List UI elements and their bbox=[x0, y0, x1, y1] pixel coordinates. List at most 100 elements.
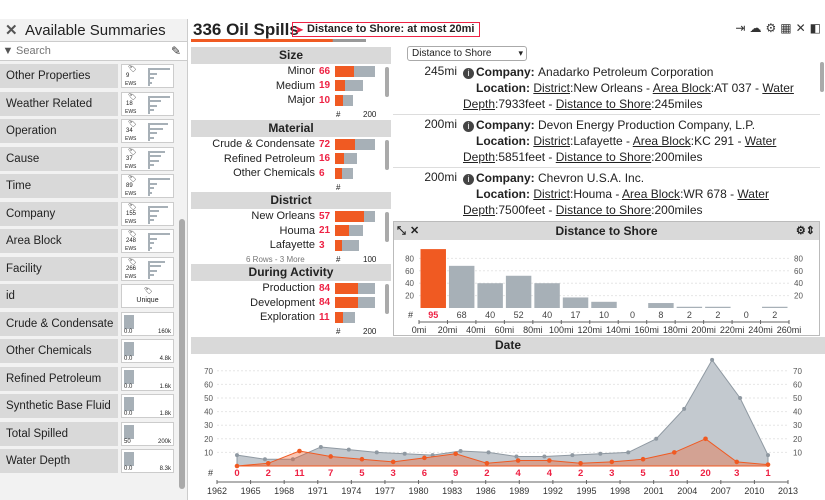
summary-item-label[interactable]: Refined Petroleum bbox=[0, 366, 118, 391]
category-bar bbox=[335, 210, 375, 222]
category-row[interactable]: New Orleans 57 bbox=[191, 209, 391, 224]
panel-title[interactable]: Material bbox=[191, 120, 391, 137]
category-row[interactable]: Other Chemicals 6 bbox=[191, 166, 391, 181]
summary-item-label[interactable]: Cause bbox=[0, 146, 118, 171]
summary-item[interactable]: Operation 🏷 34 EWS bbox=[0, 118, 178, 146]
category-row[interactable]: Production 84 bbox=[191, 281, 391, 296]
more-rows[interactable]: 6 Rows - 3 More bbox=[246, 255, 305, 264]
category-row[interactable]: Development 84 bbox=[191, 296, 391, 311]
summary-thumbnail[interactable]: 50 200k bbox=[121, 421, 174, 446]
summary-item-label[interactable]: Other Properties bbox=[0, 64, 118, 89]
summary-item[interactable]: Other Chemicals 0.0 4.8k bbox=[0, 338, 178, 366]
category-row[interactable]: Lafayette 3 bbox=[191, 238, 391, 253]
summary-item-label[interactable]: Time bbox=[0, 174, 118, 199]
magic-wand-icon[interactable]: ✎ bbox=[171, 44, 187, 58]
summary-item[interactable]: Facility 🏷 266 EWS bbox=[0, 256, 178, 283]
summary-item-label[interactable]: Area Block bbox=[0, 229, 118, 254]
summary-thumbnail[interactable]: 0.0 1.8k bbox=[121, 394, 174, 419]
summary-thumbnail[interactable]: 🏷 34 EWS bbox=[121, 119, 174, 144]
summary-thumbnail[interactable]: 0.0 160k bbox=[121, 311, 174, 336]
export-icon[interactable]: ⇥ bbox=[735, 21, 745, 35]
active-filter[interactable]: ➤ Distance to Shore: at most 20mi bbox=[292, 22, 480, 37]
summary-item-label[interactable]: Synthetic Base Fluid bbox=[0, 394, 118, 419]
search-input[interactable] bbox=[16, 42, 171, 60]
collapse-icon[interactable]: ✕ bbox=[796, 21, 806, 35]
summary-thumbnail[interactable]: 🏷 155 EWS bbox=[121, 201, 174, 226]
panel-axis: # bbox=[191, 181, 391, 193]
x-tick-label: 140mi bbox=[606, 325, 631, 335]
category-row[interactable]: Refined Petroleum 16 bbox=[191, 152, 391, 167]
summary-item-label[interactable]: Weather Related bbox=[0, 91, 118, 116]
tag-icon: 🏷 bbox=[128, 258, 137, 266]
summary-item-label[interactable]: Total Spilled bbox=[0, 421, 118, 446]
category-row[interactable]: Minor 66 bbox=[191, 64, 391, 79]
panel-title[interactable]: Size bbox=[191, 47, 391, 64]
summary-item[interactable]: Crude & Condensate 0.0 160k bbox=[0, 311, 178, 338]
panel-scrollbar[interactable] bbox=[385, 212, 389, 242]
summary-thumbnail[interactable]: 0.0 8.3k bbox=[121, 449, 174, 474]
category-row[interactable]: Medium 19 bbox=[191, 79, 391, 94]
summary-item[interactable]: Company 🏷 155 EWS bbox=[0, 201, 178, 228]
summary-thumbnail[interactable]: Unique 🏷 bbox=[121, 284, 174, 309]
distance-histogram[interactable]: 20 2040 4060 6080 8095 68 40 52 40 17 10 0 8 2 2 0 2#0mi… bbox=[394, 240, 819, 335]
panel-scrollbar[interactable] bbox=[385, 67, 389, 97]
summary-thumbnail[interactable]: 🏷 248 EWS bbox=[121, 229, 174, 254]
summary-item-label[interactable]: Company bbox=[0, 201, 118, 226]
close-icon[interactable]: ✕ bbox=[5, 21, 25, 39]
minimize-icon[interactable]: ⤡ bbox=[397, 222, 406, 240]
summary-item-label[interactable]: Operation bbox=[0, 119, 118, 144]
summary-item-label[interactable]: Other Chemicals bbox=[0, 339, 118, 364]
summary-mini-bar bbox=[150, 182, 157, 185]
settings-icon[interactable]: ⚙⇕ bbox=[796, 222, 815, 240]
info-icon[interactable]: i bbox=[463, 121, 474, 132]
category-row[interactable]: Crude & Condensate 72 bbox=[191, 137, 391, 152]
cloud-icon[interactable]: ☁ bbox=[749, 21, 761, 35]
record-row[interactable]: 200mi i Company: Chevron U.S.A. Inc. Locati… bbox=[393, 168, 820, 220]
summary-item[interactable]: Weather Related 🏷 18 EWS bbox=[0, 91, 178, 118]
summary-item[interactable]: Other Properties 🏷 9 EWS bbox=[0, 63, 178, 91]
summary-item[interactable]: Total Spilled 50 200k bbox=[0, 421, 178, 448]
record-row[interactable]: 200mi i Company: Devon Energy Production C… bbox=[393, 115, 820, 168]
summary-item[interactable]: Water Depth 0.0 8.3k bbox=[0, 448, 178, 476]
summary-item-label[interactable]: Crude & Condensate bbox=[0, 311, 118, 336]
summary-thumbnail[interactable]: 🏷 9 EWS bbox=[121, 64, 174, 89]
sidebar-scrollbar[interactable] bbox=[179, 219, 185, 489]
summary-item[interactable]: Cause 🏷 37 EWS bbox=[0, 146, 178, 173]
record-row[interactable]: 245mi i Company: Anadarko Petroleum Corpor… bbox=[393, 62, 820, 115]
close-icon[interactable]: ✕ bbox=[410, 222, 419, 240]
records-scrollbar[interactable] bbox=[820, 62, 824, 92]
x-tick-label: 2001 bbox=[644, 486, 664, 496]
summary-mini-bar bbox=[150, 155, 161, 158]
summary-item-label[interactable]: Water Depth bbox=[0, 449, 118, 474]
summary-thumbnail[interactable]: 🏷 266 EWS bbox=[121, 256, 174, 281]
summary-thumbnail[interactable]: 🏷 37 EWS bbox=[121, 146, 174, 171]
category-row[interactable]: Exploration 11 bbox=[191, 310, 391, 325]
category-row[interactable]: Major 10 bbox=[191, 93, 391, 108]
summary-item[interactable]: Synthetic Base Fluid 0.0 1.8k bbox=[0, 393, 178, 421]
selected-count-label: 5 bbox=[359, 468, 365, 479]
filter-icon[interactable]: ▼ bbox=[0, 45, 16, 57]
summary-item[interactable]: Area Block 🏷 248 EWS bbox=[0, 228, 178, 256]
summary-item-label[interactable]: Facility bbox=[0, 256, 118, 281]
x-tick-label: 2007 bbox=[711, 486, 731, 496]
summary-thumbnail[interactable]: 0.0 1.6k bbox=[121, 366, 174, 391]
gear-icon[interactable]: ⚙ bbox=[765, 21, 776, 35]
summary-thumbnail[interactable]: 0.0 4.8k bbox=[121, 339, 174, 364]
panel-title[interactable]: District bbox=[191, 192, 391, 209]
summary-thumbnail[interactable]: 🏷 18 EWS bbox=[121, 91, 174, 116]
info-icon[interactable]: i bbox=[463, 68, 474, 79]
summary-item[interactable]: Time 🏷 89 EWS bbox=[0, 173, 178, 201]
grid-icon[interactable]: ▦ bbox=[780, 21, 791, 35]
summary-item-label[interactable]: id bbox=[0, 284, 118, 309]
summary-item[interactable]: Refined Petroleum 0.0 1.6k bbox=[0, 366, 178, 393]
info-icon[interactable]: i bbox=[463, 174, 474, 185]
summary-item[interactable]: id Unique 🏷 bbox=[0, 283, 178, 311]
panel-scrollbar[interactable] bbox=[385, 284, 389, 314]
panel-title[interactable]: During Activity bbox=[191, 264, 391, 281]
summary-thumbnail[interactable]: 🏷 89 EWS bbox=[121, 174, 174, 199]
panel-scrollbar[interactable] bbox=[385, 140, 389, 170]
layout-icon[interactable]: ◧ bbox=[810, 21, 821, 35]
category-row[interactable]: Houma 21 bbox=[191, 224, 391, 239]
date-area-chart[interactable]: 10 10 20 20 30 30 40 40 50 50 60 60 70 70 0 2 11 7 5 3 6 9 2 4 4… bbox=[191, 354, 825, 500]
sort-select[interactable]: Distance to Shore ▾ bbox=[407, 46, 527, 61]
